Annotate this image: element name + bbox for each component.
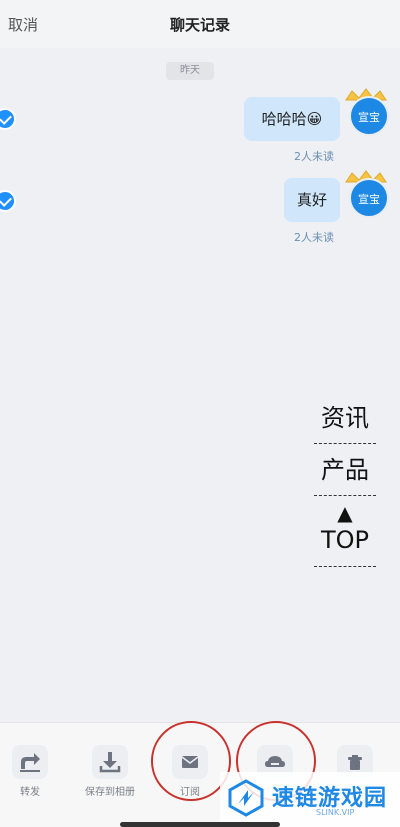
select-check-icon[interactable] [0, 190, 16, 212]
top-label: TOP [320, 526, 370, 554]
avatar[interactable]: 宣宝 [349, 96, 389, 136]
watermark-url: SLINK.VIP [316, 808, 355, 817]
side-menu-products[interactable]: 产品 [314, 444, 376, 496]
logo-icon [228, 779, 264, 817]
home-indicator [120, 822, 280, 827]
back-to-top-button[interactable]: ▲ TOP [314, 496, 376, 567]
avatar[interactable]: 宣宝 [349, 178, 389, 218]
download-icon [92, 745, 128, 779]
share-icon [12, 745, 48, 779]
forward-label: 转发 [20, 787, 40, 798]
read-status: 2人未读 [294, 231, 334, 244]
top-bar: 取消 聊天记录 [0, 0, 400, 48]
timestamp-chip: 昨天 [166, 62, 214, 80]
forward-button[interactable]: 转发 [0, 745, 70, 798]
page-title: 聊天记录 [169, 16, 230, 34]
save-to-album-button[interactable]: 保存到相册 [70, 745, 150, 798]
watermark: 速链游戏园 SLINK.VIP [220, 772, 400, 827]
select-check-icon[interactable] [0, 108, 16, 130]
message-bubble[interactable]: 真好 [284, 178, 340, 222]
side-menu-news[interactable]: 资讯 [314, 392, 376, 444]
message-bubble[interactable]: 哈哈哈😀 [244, 97, 340, 141]
read-status: 2人未读 [294, 150, 334, 163]
highlight-circle [151, 721, 231, 801]
up-arrow-icon: ▲ [337, 501, 353, 525]
save-to-album-label: 保存到相册 [85, 787, 135, 798]
side-menu: 资讯 产品 ▲ TOP [314, 392, 376, 567]
